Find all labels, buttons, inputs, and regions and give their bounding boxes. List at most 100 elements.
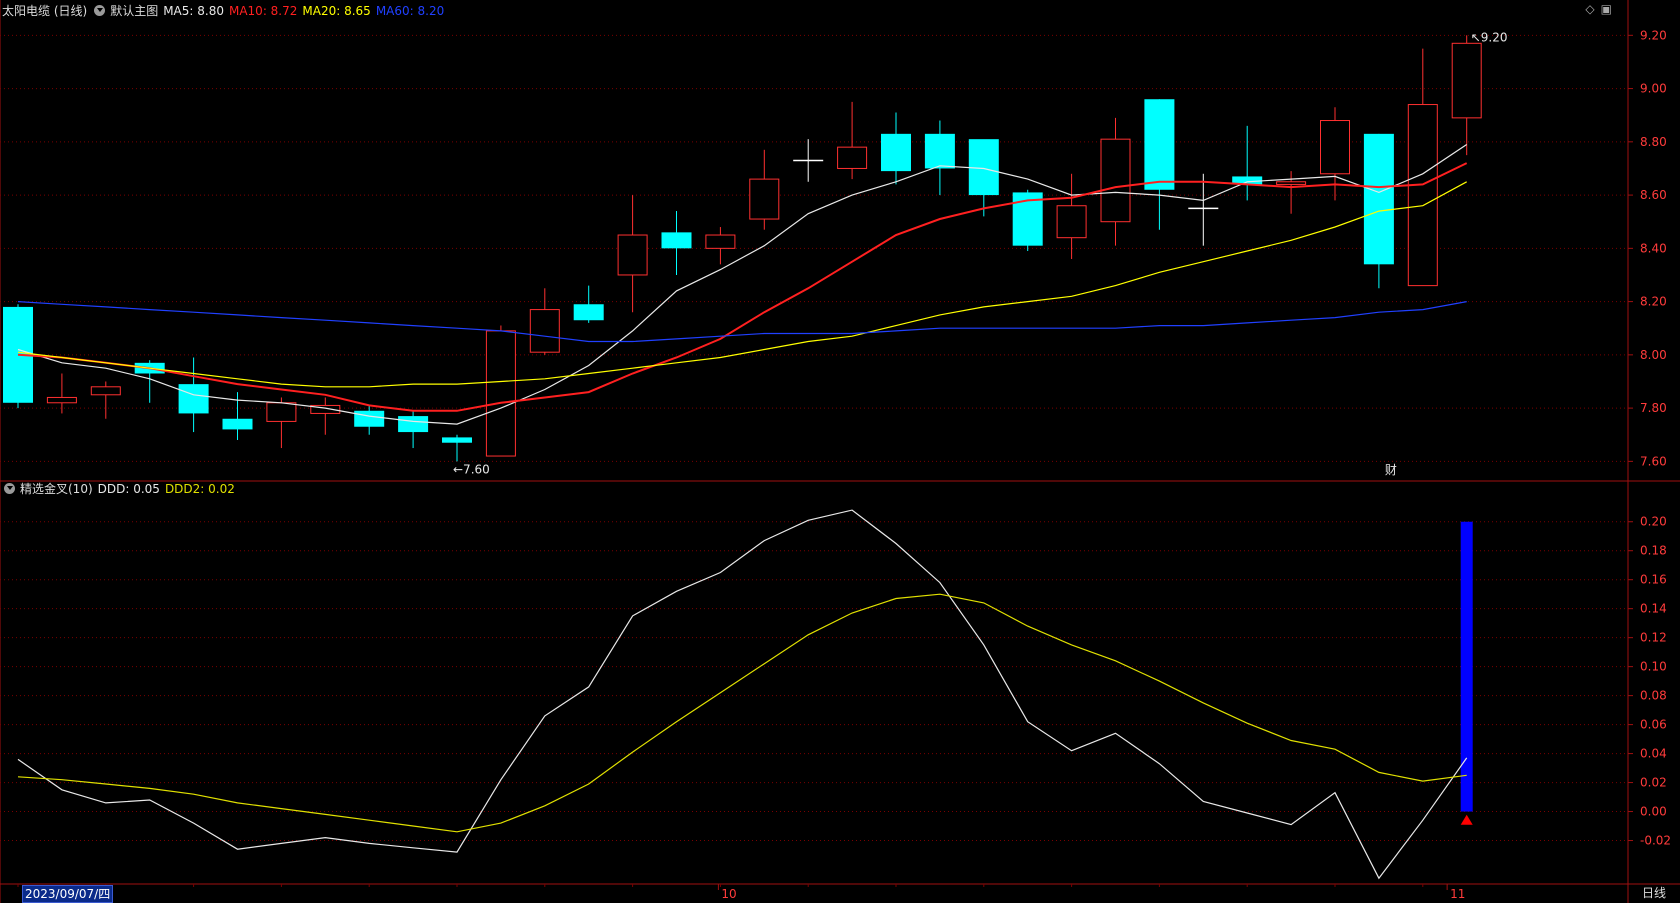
finance-marker: 财 (1385, 463, 1397, 477)
ddd-label: DDD: 0.05 (97, 482, 160, 496)
candle-body (1407, 104, 1438, 287)
candle (310, 397, 341, 435)
candle (617, 195, 648, 313)
candle (398, 410, 429, 449)
candle-body (1144, 99, 1175, 190)
ddd2-label: DDD2: 0.02 (164, 482, 235, 496)
candle (705, 227, 736, 265)
indicator-tick-label: 0.18 (1640, 544, 1667, 558)
candle-body (354, 410, 385, 427)
indicator-tick-label: 0.12 (1640, 631, 1667, 645)
candle-body (1056, 205, 1087, 239)
candle-body (485, 330, 516, 457)
price-tick-label: 7.80 (1640, 401, 1667, 415)
dropdown-icon[interactable] (4, 483, 15, 494)
month-label: 10 (721, 887, 736, 901)
candle-body (1451, 42, 1482, 119)
selected-date: 2023/09/07/四 (22, 885, 114, 903)
diamond-icon[interactable]: ◇ (1585, 2, 1600, 16)
price-tick-label: 9.00 (1640, 82, 1667, 96)
main-chart-header: 太阳电缆 (日线) 默认主图 MA5: 8.80 MA10: 8.72 MA20: 8.… (2, 2, 449, 20)
indicator-tick-label: 0.20 (1640, 515, 1667, 529)
candle (1056, 173, 1087, 259)
candle (1144, 99, 1175, 230)
candle-body (178, 384, 209, 414)
candle (793, 139, 824, 182)
candle (573, 285, 604, 323)
price-tick-label: 8.00 (1640, 348, 1667, 362)
indicator-tick-label: 0.02 (1640, 776, 1667, 790)
candle (46, 373, 77, 414)
candle-body (617, 234, 648, 276)
candle (1188, 173, 1219, 246)
price-tick-label: 9.20 (1640, 28, 1667, 42)
candle (1100, 117, 1131, 246)
candle (485, 325, 516, 457)
candle-body (1363, 133, 1394, 265)
low-price-label: ←7.60 (453, 462, 490, 476)
candle (924, 120, 955, 196)
candle-body (924, 133, 955, 169)
indicator-tick-label: 0.06 (1640, 718, 1667, 732)
indicator-tick-label: 0.10 (1640, 660, 1667, 674)
indicator-tick-label: 0.04 (1640, 747, 1667, 761)
candle-body (222, 418, 253, 430)
indicator-line-ddd (17, 509, 1468, 880)
candle (529, 288, 560, 355)
candle-body (442, 437, 472, 443)
candle (749, 149, 780, 230)
ma-line-ma60 (17, 301, 1467, 343)
indicator-tick-label: 0.08 (1640, 689, 1667, 703)
candle (1451, 35, 1482, 156)
candle-body (1276, 181, 1307, 185)
indicator-tick-label: 0.16 (1640, 573, 1667, 587)
price-tick-label: 8.40 (1640, 241, 1667, 255)
candle-body (266, 402, 297, 422)
price-tick-label: 8.80 (1640, 135, 1667, 149)
main-chart-label[interactable]: 默认主图 (110, 4, 158, 18)
indicator-header: 精选金叉(10) DDD: 0.05 DDD2: 0.02 (2, 480, 240, 498)
stock-name[interactable]: 太阳电缆 (日线) (2, 4, 87, 18)
indicator-tick-label: 0.14 (1640, 602, 1667, 616)
ma10-label: MA10: 8.72 (228, 4, 298, 18)
ma-line-ma5 (17, 144, 1468, 425)
candle (661, 211, 692, 275)
ma-line-ma20 (17, 181, 1467, 388)
signal-bar (1460, 521, 1473, 812)
indicator-tick-label: -0.02 (1640, 834, 1671, 848)
candle (1276, 171, 1307, 214)
candle-body (573, 304, 604, 321)
candle-body (398, 416, 429, 433)
stock-chart[interactable]: 7.60 7.80 8.00 8.20 8.40 8.60 8.80 9.00 9.20 -0.0… (0, 0, 1680, 903)
indicator-tick-label: 0.00 (1640, 805, 1667, 819)
indicator-line-ddd2 (17, 593, 1467, 833)
candle-body (1100, 138, 1131, 223)
high-price-label: ↖9.20 (1471, 30, 1508, 44)
signal-arrow-icon (1460, 814, 1473, 825)
candle (881, 112, 911, 185)
candle-body (661, 232, 692, 249)
corner-controls: ◇▣ (1585, 2, 1618, 16)
candle-body (749, 178, 780, 220)
dropdown-icon[interactable] (94, 5, 106, 16)
lock-icon[interactable]: ▣ (1601, 2, 1618, 16)
candle-body (837, 146, 868, 169)
candle (1320, 107, 1350, 201)
price-tick-label: 7.60 (1640, 454, 1667, 468)
ma20-label: MA20: 8.65 (302, 4, 371, 18)
indicator-name[interactable]: 精选金叉(10) (20, 482, 93, 496)
ma60-label: MA60: 8.20 (375, 4, 445, 18)
price-tick-label: 8.60 (1640, 188, 1667, 202)
candle-body (529, 309, 560, 353)
candle (968, 139, 999, 217)
period-selector[interactable]: 日线 (1628, 884, 1680, 903)
candle (837, 101, 868, 180)
candle (266, 397, 297, 449)
candle-body (968, 139, 999, 196)
candle-body (881, 133, 911, 172)
candle-body (90, 386, 121, 396)
ma5-label: MA5: 8.80 (163, 4, 224, 18)
candle-body (705, 234, 736, 249)
candle-body (1320, 120, 1350, 175)
month-label: 11 (1450, 887, 1465, 901)
